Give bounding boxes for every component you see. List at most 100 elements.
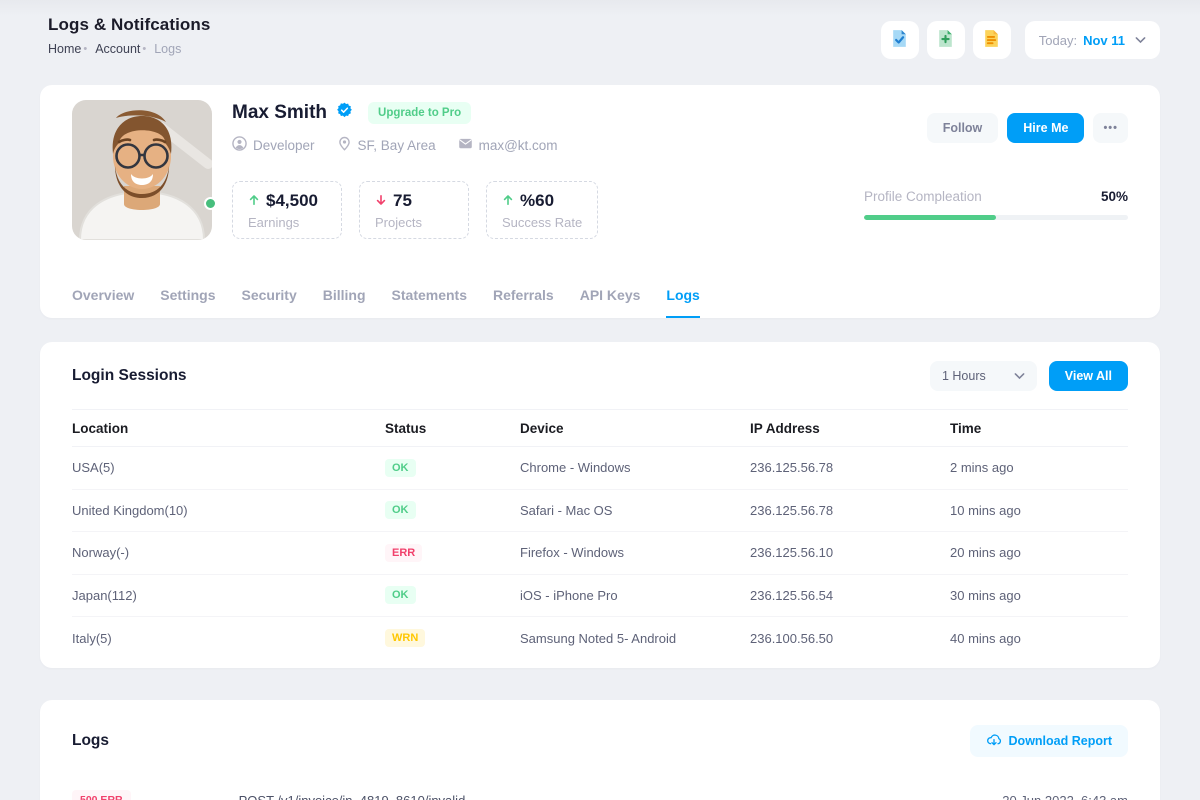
stat-value: $4,500 — [266, 191, 318, 211]
session-time: 30 mins ago — [950, 588, 1128, 603]
view-all-button[interactable]: View All — [1049, 361, 1128, 391]
tab-referrals[interactable]: Referrals — [493, 287, 554, 318]
session-row: Norway(-)ERRFirefox - Windows236.125.56.… — [72, 532, 1128, 575]
session-time: 40 mins ago — [950, 631, 1128, 646]
stat-value: 75 — [393, 191, 412, 211]
logs-list: 500 ERRPOST /v1/invoice/in_4819_8610/inv… — [72, 790, 1128, 800]
session-device: Firefox - Windows — [520, 545, 750, 560]
session-location: USA(5) — [72, 460, 385, 475]
column-header-ip: IP Address — [750, 421, 950, 436]
session-row: United Kingdom(10)OKSafari - Mac OS236.1… — [72, 490, 1128, 533]
login-sessions-card: Login Sessions 1 Hours View All Location… — [40, 342, 1160, 668]
profile-card: Max Smith Upgrade to Pro Developer SF, B… — [40, 85, 1160, 318]
file-plus-button[interactable] — [927, 21, 965, 59]
chevron-down-icon — [1131, 31, 1146, 49]
more-options-button[interactable]: ••• — [1093, 113, 1128, 143]
stat-box: 75Projects — [359, 181, 469, 239]
mail-icon — [458, 136, 473, 154]
session-location: Italy(5) — [72, 631, 385, 646]
session-device: Chrome - Windows — [520, 460, 750, 475]
session-location: Japan(112) — [72, 588, 385, 603]
session-row: Italy(5)WRNSamsung Noted 5- Android236.1… — [72, 617, 1128, 660]
tab-api-keys[interactable]: API Keys — [580, 287, 641, 318]
trend-down-icon — [375, 191, 387, 211]
hire-me-button[interactable]: Hire Me — [1007, 113, 1084, 143]
session-location: United Kingdom(10) — [72, 503, 385, 518]
date-label: Today: — [1039, 33, 1077, 48]
page-title: Logs & Notifcations — [48, 15, 210, 35]
session-time: 2 mins ago — [950, 460, 1128, 475]
column-header-status: Status — [385, 421, 520, 436]
stat-box: $4,500 Earnings — [232, 181, 342, 239]
breadcrumb-item-account[interactable]: Account — [95, 42, 140, 56]
tab-security[interactable]: Security — [242, 287, 297, 318]
profile-location-label: SF, Bay Area — [358, 138, 436, 153]
file-check-icon — [889, 28, 910, 52]
stat-label: Earnings — [248, 215, 326, 230]
session-ip: 236.125.56.54 — [750, 588, 950, 603]
profile-location: SF, Bay Area — [337, 136, 436, 154]
profile-stats: $4,500 Earnings 75Projects %60 Success Rate — [232, 181, 598, 239]
tab-settings[interactable]: Settings — [160, 287, 215, 318]
verified-badge-icon — [335, 101, 354, 125]
status-badge: ERR — [385, 544, 422, 562]
profile-role: Developer — [232, 136, 315, 154]
completion-progress-fill — [864, 215, 996, 220]
online-status-dot — [204, 197, 217, 210]
topbar: Logs & Notifcations Home•Account•Logs To… — [0, 0, 1200, 85]
status-badge: OK — [385, 586, 416, 604]
upgrade-to-pro-badge[interactable]: Upgrade to Pro — [368, 102, 471, 124]
session-device: Samsung Noted 5- Android — [520, 631, 750, 646]
sessions-table-header: Location Status Device IP Address Time — [72, 410, 1128, 447]
column-header-time: Time — [950, 421, 1128, 436]
logs-card: Logs Download Report 500 ERRPOST /v1/inv… — [40, 700, 1160, 800]
trend-up-icon — [502, 191, 514, 211]
person-icon — [232, 136, 247, 154]
log-code-badge: 500 ERR — [72, 790, 131, 800]
file-plus-icon — [935, 28, 956, 52]
tab-logs[interactable]: Logs — [666, 287, 699, 318]
stat-box: %60 Success Rate — [486, 181, 598, 239]
avatar-photo — [72, 100, 212, 240]
download-report-button[interactable]: Download Report — [970, 725, 1128, 757]
file-lines-icon — [981, 28, 1002, 52]
logs-title: Logs — [72, 732, 109, 750]
follow-button[interactable]: Follow — [927, 113, 999, 143]
completion-percent: 50% — [1101, 189, 1128, 204]
session-device: Safari - Mac OS — [520, 503, 750, 518]
download-report-label: Download Report — [1009, 734, 1112, 748]
session-status-cell: OK — [385, 501, 520, 519]
profile-completion: Profile Compleation 50% — [864, 189, 1128, 220]
tab-billing[interactable]: Billing — [323, 287, 366, 318]
breadcrumb-item-logs[interactable]: Logs — [154, 42, 181, 56]
session-ip: 236.100.56.50 — [750, 631, 950, 646]
session-status-cell: ERR — [385, 544, 520, 562]
cloud-download-icon — [986, 732, 1002, 751]
completion-progress-bar — [864, 215, 1128, 220]
file-check-button[interactable] — [881, 21, 919, 59]
breadcrumb: Home•Account•Logs — [48, 42, 210, 56]
breadcrumb-item-home[interactable]: Home — [48, 42, 81, 56]
chevron-down-icon — [1014, 369, 1025, 383]
tab-overview[interactable]: Overview — [72, 287, 134, 318]
sessions-filter-select[interactable]: 1 Hours — [930, 361, 1037, 391]
breadcrumb-separator: • — [142, 43, 146, 55]
log-row: 500 ERRPOST /v1/invoice/in_4819_8610/inv… — [72, 790, 1128, 800]
location-pin-icon — [337, 136, 352, 154]
tab-statements[interactable]: Statements — [392, 287, 467, 318]
avatar — [72, 100, 212, 240]
sessions-title: Login Sessions — [72, 367, 187, 385]
stat-label: Success Rate — [502, 215, 582, 230]
date-selector[interactable]: Today: Nov 11 — [1025, 21, 1160, 59]
column-header-location: Location — [72, 421, 385, 436]
sessions-filter-value: 1 Hours — [942, 369, 986, 383]
stat-value: %60 — [520, 191, 554, 211]
session-ip: 236.125.56.78 — [750, 503, 950, 518]
breadcrumb-separator: • — [83, 43, 87, 55]
file-lines-button[interactable] — [973, 21, 1011, 59]
date-value: Nov 11 — [1083, 33, 1125, 48]
profile-email-label: max@kt.com — [479, 138, 558, 153]
session-time: 10 mins ago — [950, 503, 1128, 518]
session-device: iOS - iPhone Pro — [520, 588, 750, 603]
log-date: 20 Jun 2022, 6:43 am — [1002, 793, 1128, 800]
